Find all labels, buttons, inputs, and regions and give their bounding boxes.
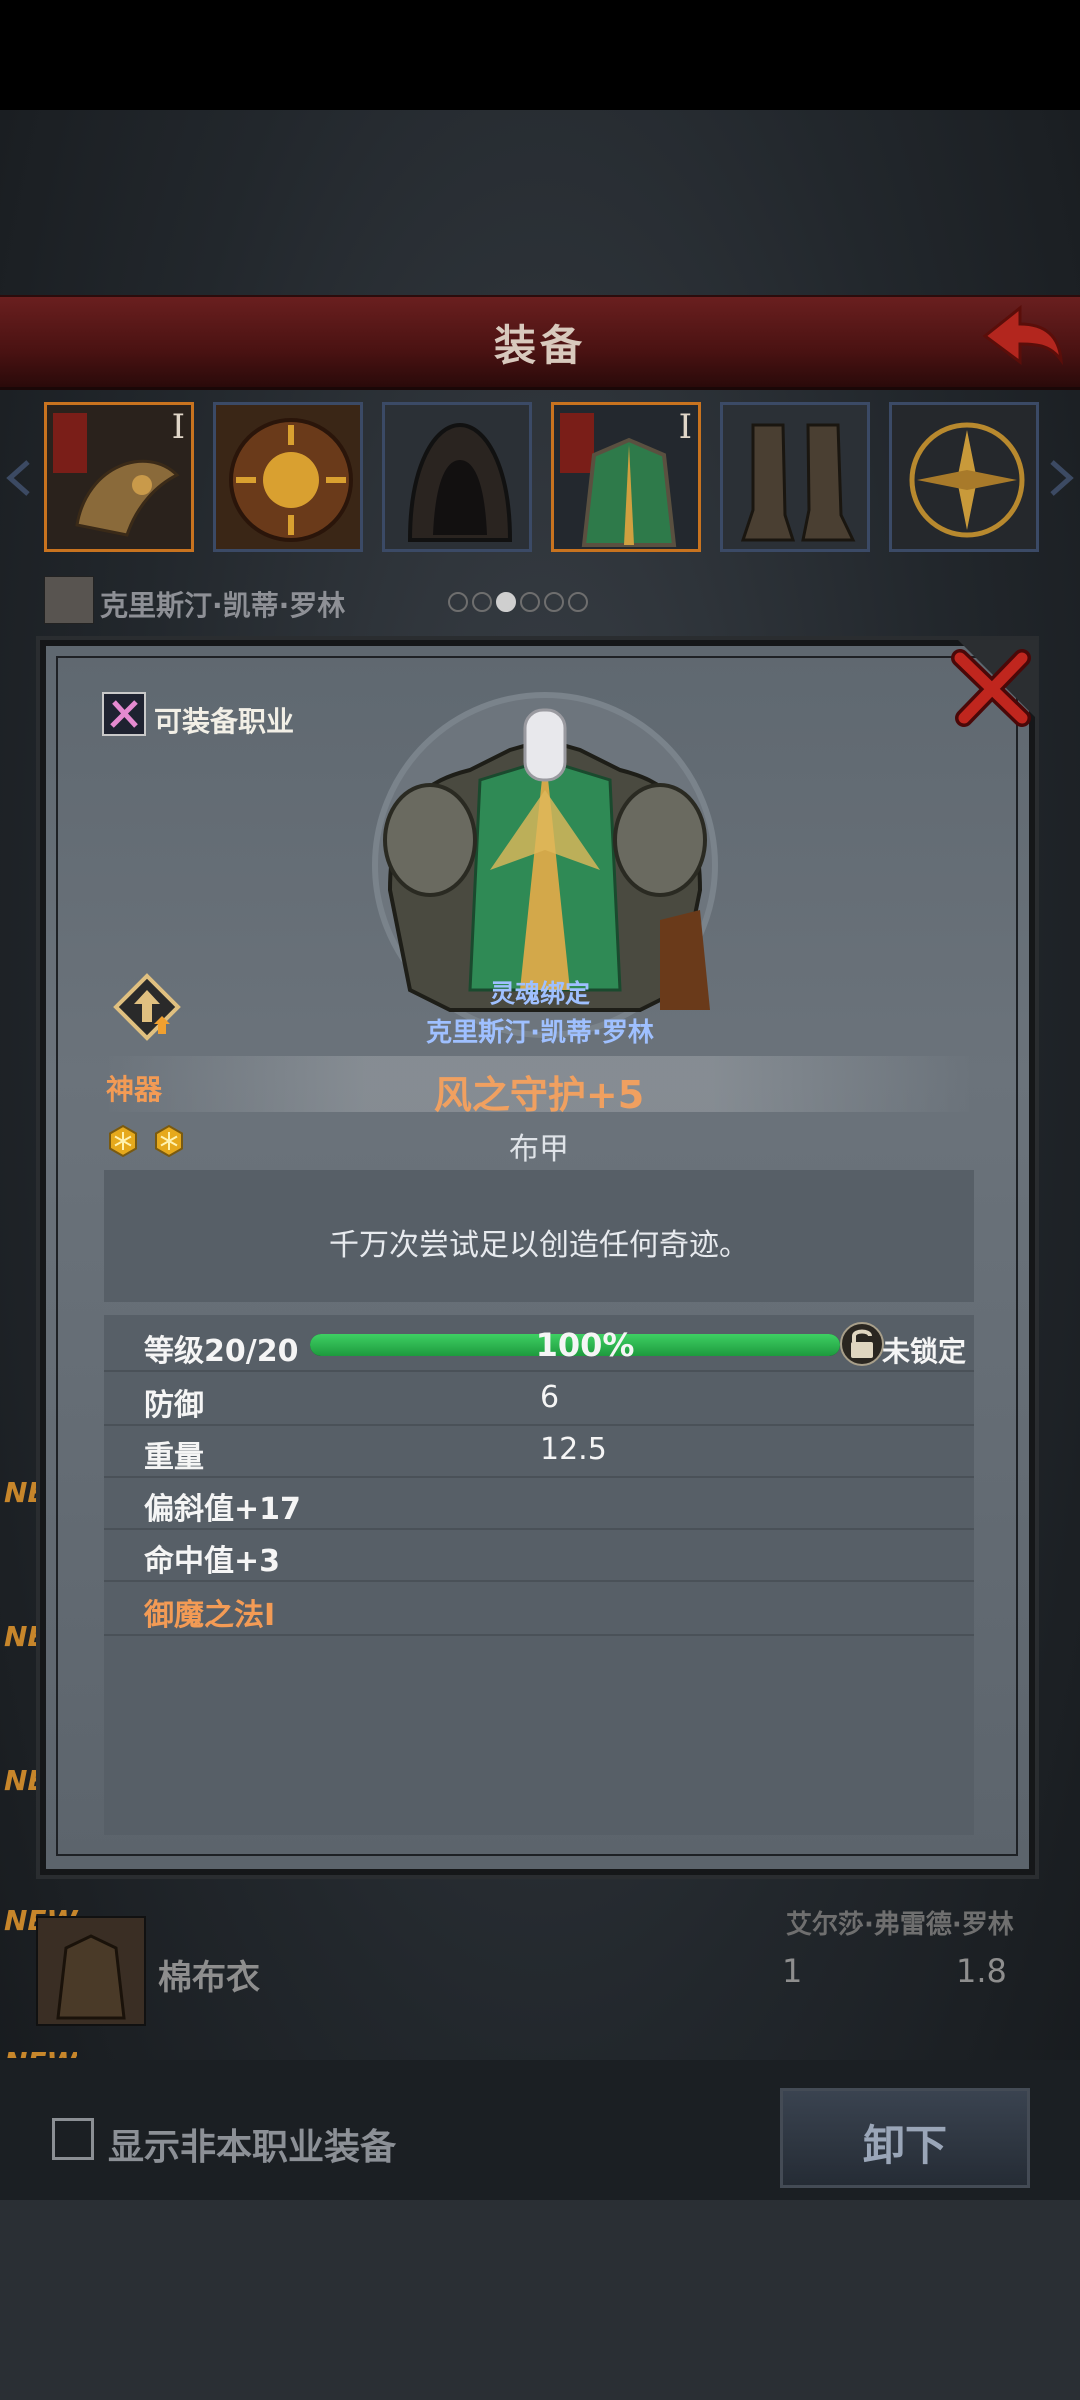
soulbind-label: 灵魂绑定 [489,979,590,1008]
equipment-slot-amulet[interactable]: I [44,402,194,552]
stat-label-enchant: 御魔之法I [144,1598,276,1633]
list-item-owner: 艾尔莎·弗雷德·罗林 [786,1910,1014,1940]
stat-row [104,1424,974,1478]
stat-value: 6 [540,1380,560,1415]
list-item-weight: 1.8 [956,1952,1007,1990]
crossed-weapons-icon [110,700,138,728]
slot-tier-label: I [678,407,692,447]
equipment-slot-shield[interactable] [213,402,363,552]
compass-icon [892,405,1036,549]
list-item-defense: 1 [782,1952,803,1990]
stat-row [104,1372,974,1426]
hood-icon [385,405,529,549]
item-description: 千万次尝试足以创造任何奇迹。 [329,1228,749,1263]
page-dot [544,592,564,612]
status-bar-area [0,0,1080,110]
back-arrow-icon[interactable] [975,300,1065,372]
page-dot [448,592,468,612]
close-icon[interactable] [938,640,1038,730]
equipment-slot-helm[interactable] [382,402,532,552]
stat-label: 防御 [144,1388,204,1423]
soulbind-owner: 克里斯汀·凯蒂·罗林 [426,1018,654,1048]
list-item-thumbnail[interactable] [36,1916,146,2026]
stat-label: 命中值+3 [144,1544,281,1579]
equipment-slot-boots[interactable] [720,402,870,552]
sun-shield-icon [216,405,360,549]
scroll-left-icon[interactable] [4,458,34,498]
item-name: 风之守护+5 [433,1073,645,1117]
page-dot [568,592,588,612]
unequip-button-label[interactable]: 卸下 [780,2112,1030,2173]
page-dot [520,592,540,612]
show-non-class-checkbox[interactable] [52,2118,94,2160]
scroll-right-icon[interactable] [1046,458,1076,498]
owner-name: 克里斯汀·凯蒂·罗林 [100,589,346,622]
new-badge: NEW [4,2046,77,2058]
stat-label: 重量 [144,1440,204,1475]
lock-icon[interactable] [840,1322,884,1366]
item-type: 布甲 [509,1132,569,1167]
cloth-armor-icon [56,1934,126,2020]
page-dot [472,592,492,612]
owner-avatar [44,576,94,624]
equippable-class-label[interactable]: 可装备职业 [154,700,294,740]
show-non-class-label[interactable]: 显示非本职业装备 [108,2118,396,2170]
class-icon[interactable] [102,692,146,736]
stat-value: 12.5 [540,1432,607,1467]
page-dot-active [496,592,516,612]
page-title: 装备 [493,321,586,370]
level-progress-text: 100% [535,1326,635,1364]
boots-icon [723,405,867,549]
level-label: 等级20/20 [144,1334,299,1369]
bottom-strip [0,2200,1080,2400]
equipment-slot-armor[interactable]: I [551,402,701,552]
game-screen: 装备 I I 克里斯汀·凯蒂·罗林 棉布衣 艾尔莎·弗雷德·罗林 1 1.8 显… [0,0,1080,2400]
slot-tier-label: I [171,407,185,447]
padlock-icon [851,1329,873,1358]
upgrade-icon[interactable] [112,972,182,1042]
list-item-name[interactable]: 棉布衣 [158,1950,260,1999]
lock-status-label[interactable]: 未锁定 [882,1330,966,1370]
stat-label: 偏斜值+17 [144,1492,301,1527]
equipment-slot-accessory[interactable] [889,402,1039,552]
